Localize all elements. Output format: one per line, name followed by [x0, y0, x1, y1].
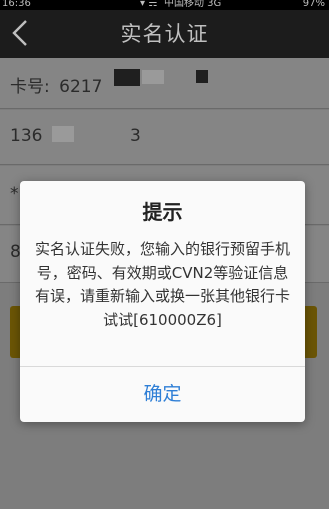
- phone-digit: 3: [130, 126, 141, 146]
- cvn-field[interactable]: *: [10, 184, 19, 204]
- status-battery: 97%: [302, 0, 325, 9]
- ok-button[interactable]: 确定: [20, 367, 305, 422]
- card-label: 卡号:: [10, 77, 50, 97]
- phone-field[interactable]: 136: [10, 126, 42, 146]
- redaction-block: [196, 70, 208, 83]
- phone-partial: 136: [10, 126, 43, 146]
- dialog-title: 提示: [142, 200, 183, 224]
- status-bar: 16:36 ▾ ☴ 中国移动 3G 97%: [0, 0, 329, 10]
- title-bar: 实名认证: [0, 10, 329, 58]
- status-time: 16:36: [2, 0, 31, 9]
- card-number-row[interactable]: 卡号: 6217: [0, 58, 329, 109]
- card-number-partial: 6217: [59, 77, 103, 97]
- alert-dialog: 提示 实名认证失败，您输入的银行预留手机号，密码、有效期或CVN2等验证信息有误…: [20, 181, 305, 422]
- phone-row[interactable]: 136 3: [0, 110, 329, 165]
- dialog-message: 实名认证失败，您输入的银行预留手机号，密码、有效期或CVN2等验证信息有误，请重…: [34, 240, 290, 329]
- signal-icon: ▾ ☴: [140, 0, 158, 9]
- redaction-blur: [52, 126, 74, 142]
- redaction-blur: [142, 70, 164, 84]
- redaction-block: [114, 69, 140, 86]
- page-title: 实名认证: [120, 22, 209, 46]
- status-carrier: 中国移动 3G: [164, 0, 222, 9]
- card-number-field[interactable]: 卡号: 6217: [10, 72, 102, 97]
